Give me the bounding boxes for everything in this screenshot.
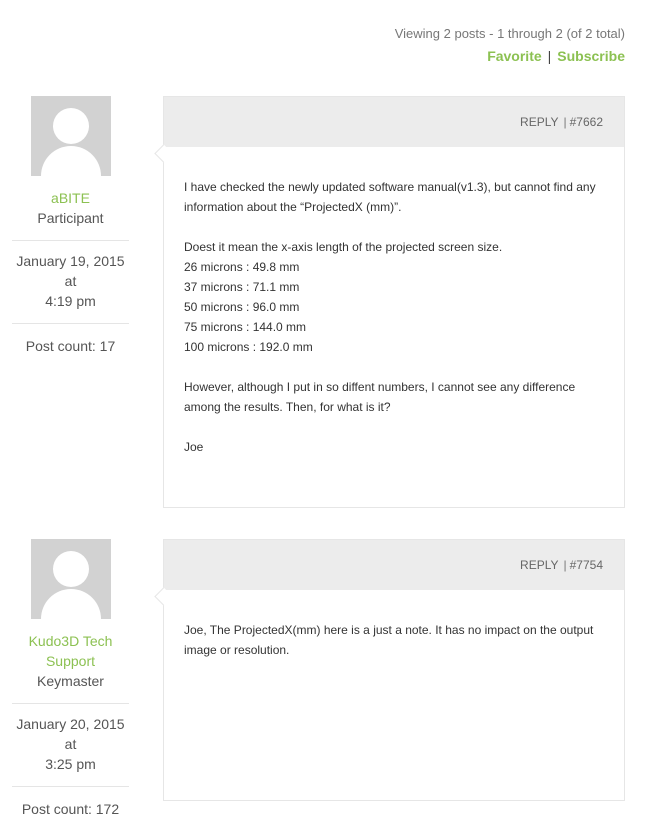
topic-meta: Viewing 2 posts - 1 through 2 (of 2 tota… (395, 26, 625, 65)
post-text-line: image or resolution. (184, 643, 290, 657)
post-text-line: However, although I put in so diffent nu… (184, 380, 576, 394)
post-date-line: January 19, 2015 at (16, 253, 125, 289)
post-text-line: 100 microns : 192.0 mm (184, 340, 313, 354)
post-permalink[interactable]: #7662 (570, 115, 603, 129)
post-time-line: 4:19 pm (45, 293, 96, 309)
author-role: Keymaster (37, 673, 104, 689)
header-separator: | (563, 115, 567, 129)
post-signature: Joe (184, 440, 204, 454)
post-date: January 20, 2015 at 3:25 pm (12, 714, 129, 774)
favorite-link[interactable]: Favorite (487, 48, 541, 64)
post-body: I have checked the newly updated softwar… (164, 147, 624, 477)
post-body: Joe, The ProjectedX(mm) here is a just a… (164, 590, 624, 680)
post-content-box: REPLY | #7754 Joe, The ProjectedX(mm) here… (154, 539, 625, 801)
post-date-line: January 20, 2015 at (16, 716, 125, 752)
post-text-line: 37 microns : 71.1 mm (184, 280, 300, 294)
author-name-link[interactable]: aBITE (12, 188, 129, 208)
reply-link[interactable]: REPLY (520, 115, 558, 129)
divider (12, 703, 129, 704)
divider (12, 323, 129, 324)
divider (12, 240, 129, 241)
author-name-line: Kudo3D Tech (28, 633, 113, 649)
subscribe-link[interactable]: Subscribe (557, 48, 625, 64)
avatar[interactable] (30, 539, 111, 619)
user-silhouette-body (40, 146, 101, 176)
post-text-line: Doest it mean the x-axis length of the p… (184, 240, 503, 254)
post-text-line: information about the “ProjectedX (mm)”. (184, 200, 402, 214)
avatar[interactable] (30, 96, 111, 176)
post-date: January 19, 2015 at 4:19 pm (12, 251, 129, 311)
post-text-line: Joe, The ProjectedX(mm) here is a just a… (184, 623, 594, 637)
post-count: Post count: 172 (21, 801, 120, 817)
post-count: Post count: 17 (25, 338, 116, 354)
post-text-line: I have checked the newly updated softwar… (184, 180, 596, 194)
user-silhouette-icon (52, 108, 89, 144)
viewing-count-text: Viewing 2 posts - 1 through 2 (of 2 tota… (394, 26, 625, 41)
post-permalink[interactable]: #7754 (570, 558, 603, 572)
post-text-line: 50 microns : 96.0 mm (184, 300, 300, 314)
user-silhouette-body (40, 589, 101, 619)
actions-separator: | (547, 48, 552, 64)
post-text-line: 26 microns : 49.8 mm (184, 260, 300, 274)
header-separator: | (563, 558, 567, 572)
divider (12, 786, 129, 787)
author-name-line: Support (45, 653, 96, 669)
author-name-link[interactable]: Kudo3D Tech Support (12, 631, 129, 671)
post-time-line: 3:25 pm (45, 756, 96, 772)
post-content-box: REPLY | #7662 I have checked the newly upd… (154, 96, 625, 508)
topic-actions: Favorite | Subscribe (395, 47, 625, 65)
post-header: REPLY | #7662 (164, 97, 624, 147)
post-text-line: among the results. Then, for what is it? (184, 400, 391, 414)
post-author: Kudo3D Tech Support Keymaster January 20… (12, 539, 129, 819)
post-text-line: 75 microns : 144.0 mm (184, 320, 307, 334)
post-author: aBITE Participant January 19, 2015 at 4:… (12, 96, 129, 356)
post-header: REPLY | #7754 (164, 540, 624, 590)
author-role: Participant (37, 210, 104, 226)
reply-link[interactable]: REPLY (520, 558, 558, 572)
user-silhouette-icon (52, 551, 89, 587)
